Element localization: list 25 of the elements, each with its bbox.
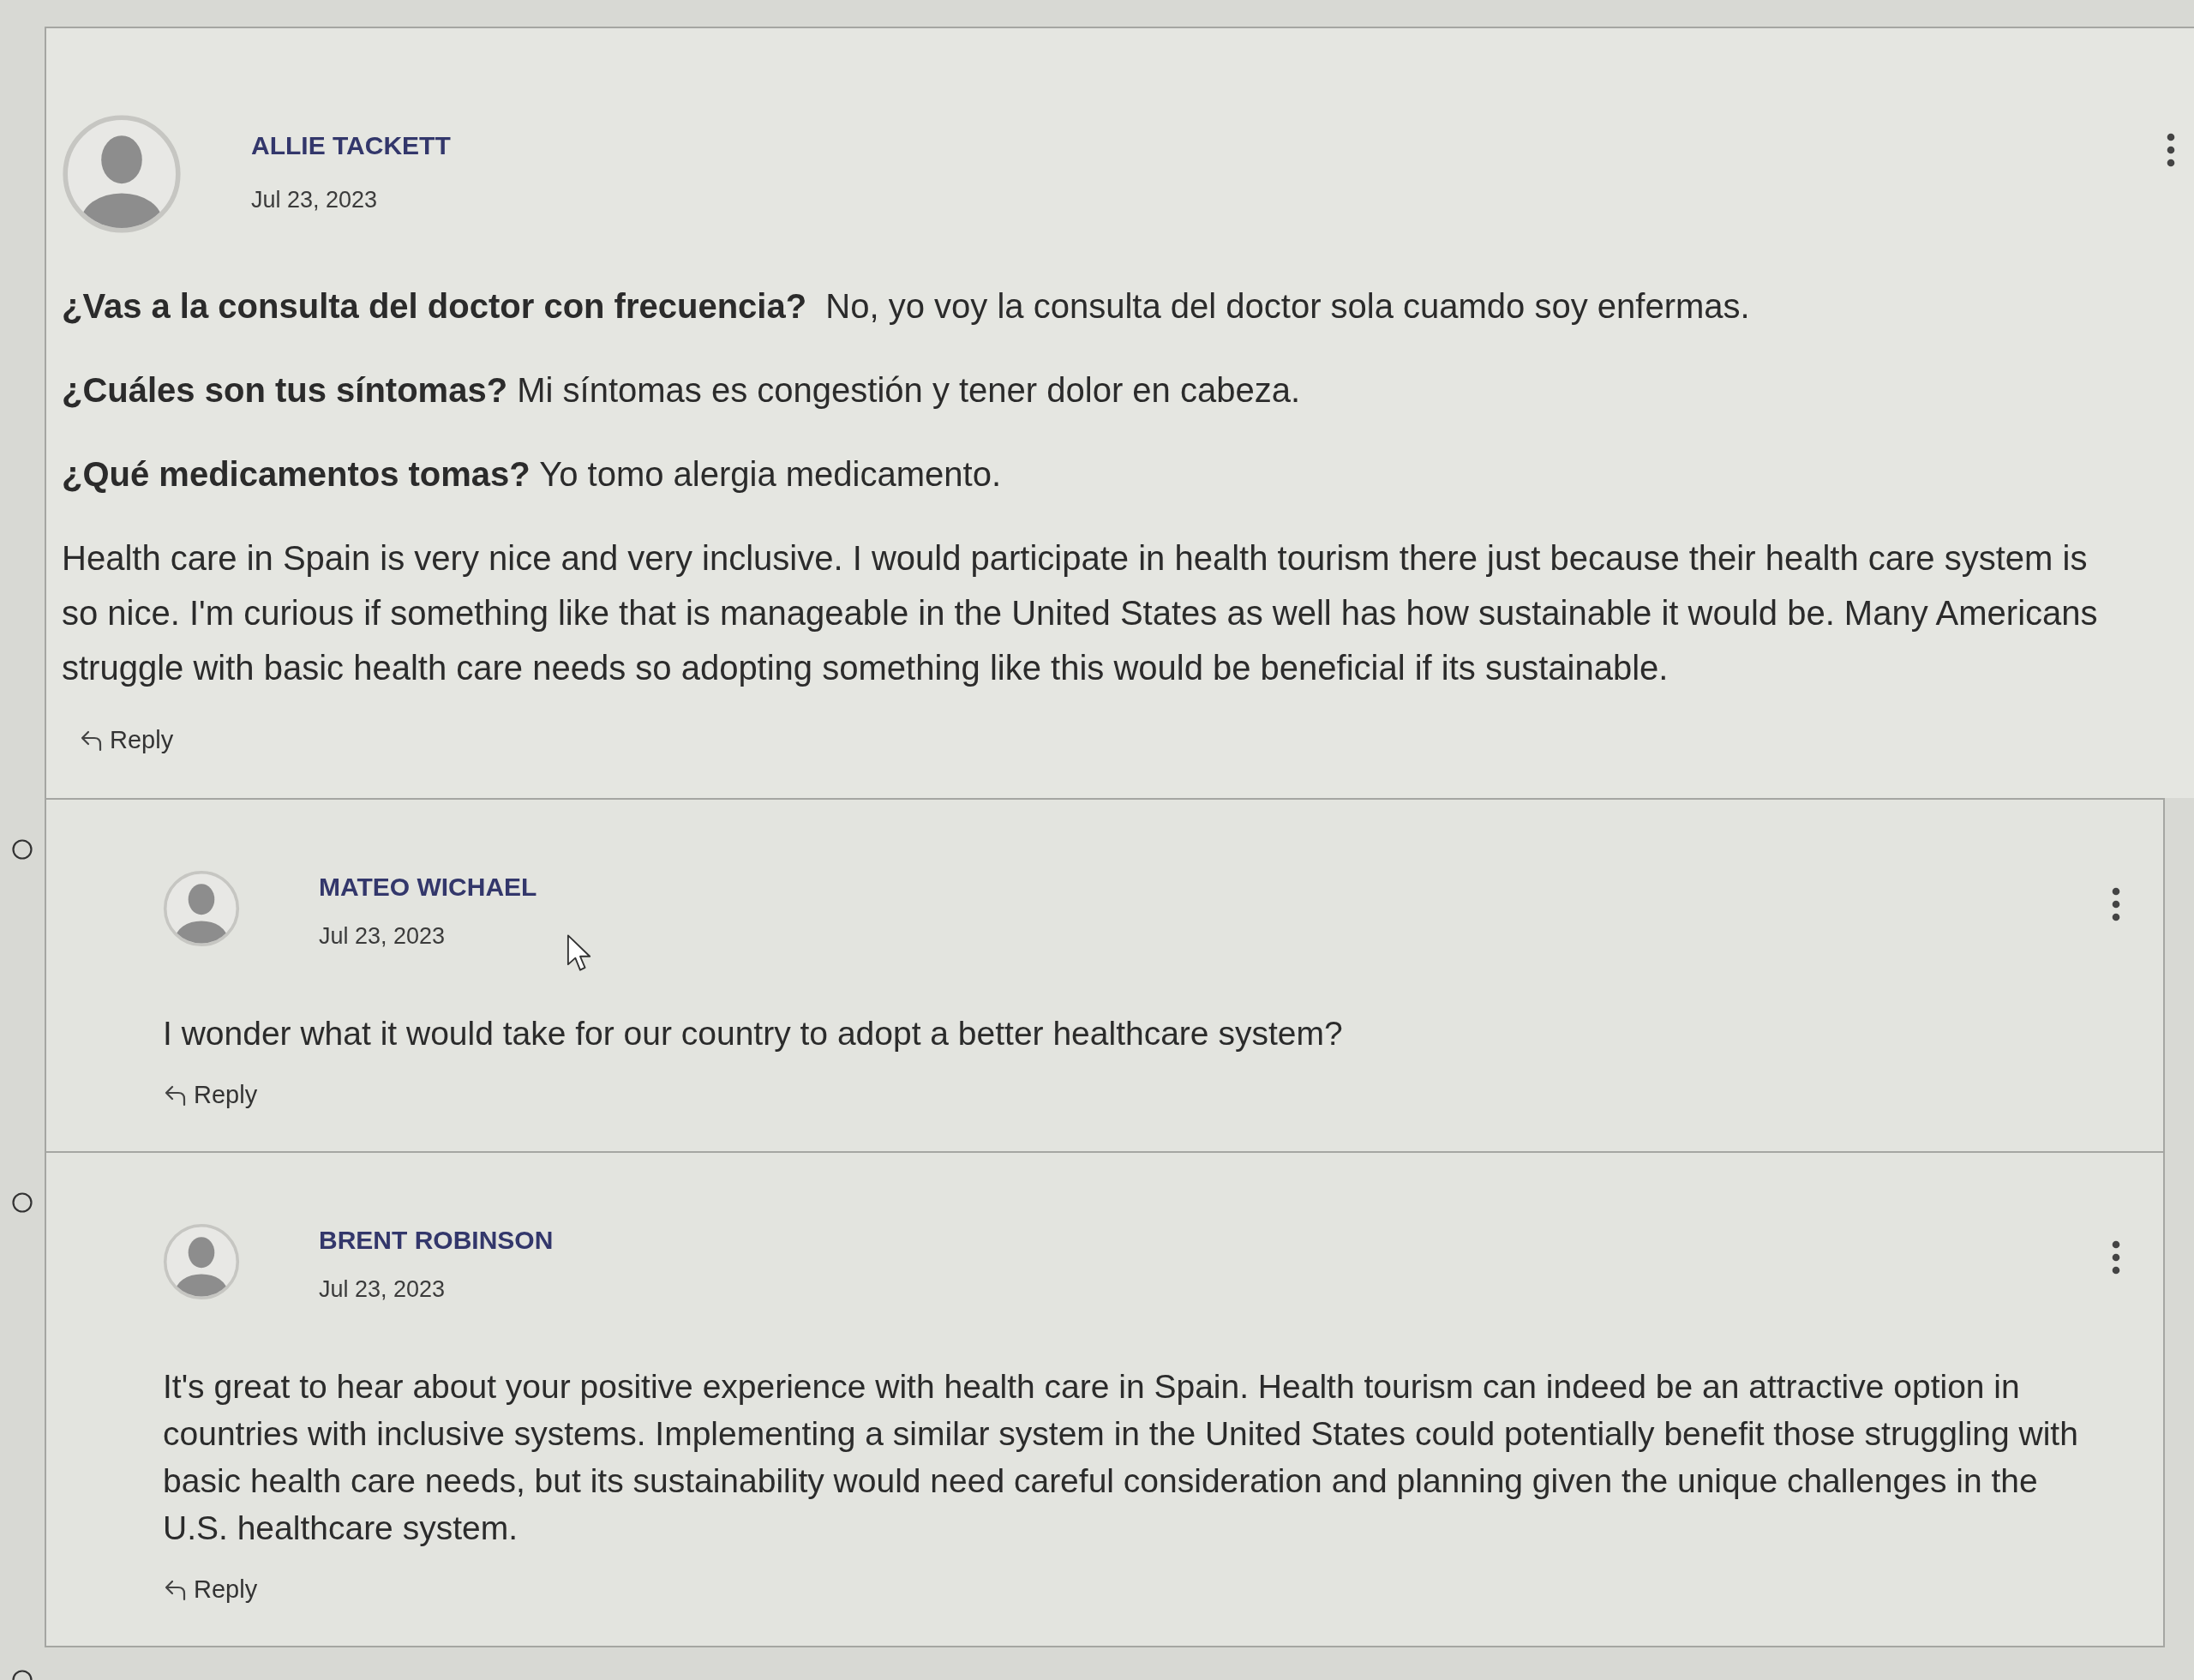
comment-date: Jul 23, 2023	[251, 186, 378, 213]
mouse-pointer-icon	[566, 933, 592, 973]
avatar-icon	[163, 1223, 240, 1300]
comment-paragraph: ¿Vas a la consulta del doctor con frecuencia? No, yo voy la consulta del doctor sola cuamdo soy enfermas.	[62, 286, 1751, 327]
avatar-icon	[62, 114, 182, 234]
ring-icon	[12, 1192, 33, 1213]
ring-icon	[12, 839, 33, 860]
comment-paragraph: ¿Cuáles son tus síntomas? Mi síntomas es congestión y tener dolor en cabeza.	[62, 370, 1302, 411]
reply-button[interactable]: Reply	[79, 723, 174, 757]
comment-date: Jul 23, 2023	[319, 1275, 446, 1303]
comment-paragraph: ¿Qué medicamentos tomas? Yo tomo alergia medicamento.	[62, 454, 1002, 495]
more-options-icon[interactable]	[2112, 887, 2120, 921]
author-name[interactable]: BRENT ROBINSON	[319, 1226, 554, 1255]
avatar-icon	[163, 870, 240, 947]
comment-paragraph: Health care in Spain is very nice and very inclusive. I would participate in health tourism there just because their health care system is so nice. I'm curious if something like that is manageable in the United States as well has how sustainable it would be. Many Americans struggle with basic health care needs so adopting something like this would be beneficial if its sustainable.	[62, 538, 2099, 688]
reply-button[interactable]: Reply	[163, 1077, 258, 1112]
ring-icon	[12, 1668, 33, 1680]
author-name[interactable]: ALLIE TACKETT	[251, 131, 451, 160]
more-options-icon[interactable]	[2112, 1240, 2120, 1275]
comment-date: Jul 23, 2023	[319, 922, 446, 950]
comment-paragraph: It's great to hear about your positive experience with health care in Spain. Health tourism can indeed be an attractive option in countries with inclusive systems. Implementing a similar system in the United States could potentially benefit those struggling with basic health care needs, but its sustainability would need careful consideration and planning given the unique challenges in the U.S. healthcare system.	[163, 1367, 2079, 1548]
comment-paragraph: I wonder what it would take for our country to adopt a better healthcare system?	[163, 1014, 1344, 1053]
reply-button[interactable]: Reply	[163, 1572, 258, 1606]
author-name[interactable]: MATEO WICHAEL	[319, 873, 537, 902]
more-options-icon[interactable]	[2167, 133, 2175, 167]
